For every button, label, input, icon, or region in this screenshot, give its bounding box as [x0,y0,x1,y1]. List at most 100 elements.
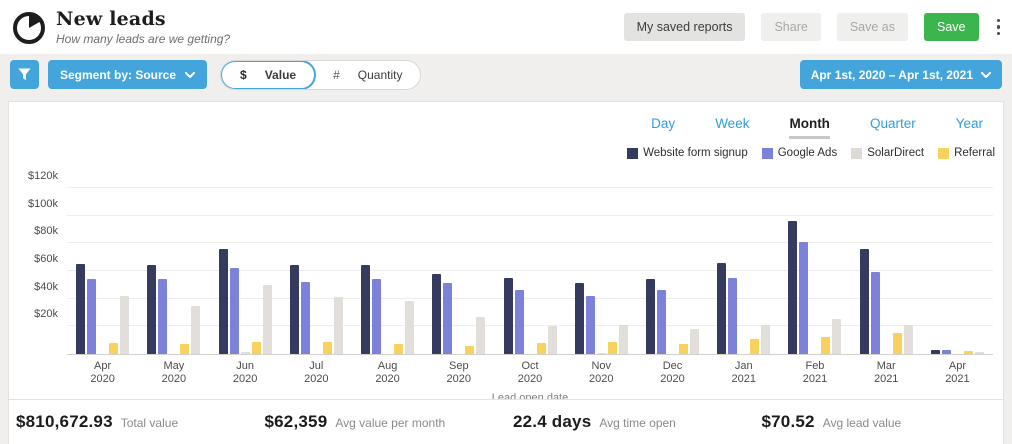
gridline [67,187,993,188]
bar-group-apr-2021 [922,189,993,354]
tab-day[interactable]: Day [651,116,675,139]
bar-solardirect [619,325,628,354]
bar-website-form-signup [788,221,797,354]
segment-by-label: Segment by: Source [60,68,176,82]
filter-button[interactable] [10,60,39,89]
bar-google-ads [443,283,452,354]
legend-label: SolarDirect [867,147,924,159]
bar-referral [537,343,546,354]
bar-referral [750,339,759,354]
tab-week[interactable]: Week [715,116,749,139]
bar-website-form-signup [219,249,228,354]
x-tick-label: May2020 [138,360,209,386]
bar-referral [893,333,902,354]
bar-website-form-signup [361,265,370,354]
bar-group-jan-2021 [708,189,779,354]
bar-google-ads [586,296,595,354]
legend-swatch [762,148,773,159]
bar-solardirect [548,326,557,354]
dollar-icon: $ [240,68,247,82]
bar-unlabeled-gray [597,353,606,354]
bar-website-form-signup [646,279,655,354]
stat-value: $810,672.93 [16,412,113,432]
x-tick-label: Dec2020 [637,360,708,386]
bar-referral [323,342,332,354]
bar-referral [821,337,830,354]
bar-referral [394,344,403,354]
bar-referral [608,342,617,354]
bar-google-ads [871,272,880,354]
my-saved-reports-button[interactable]: My saved reports [624,13,746,41]
share-button[interactable]: Share [761,13,820,41]
bar-group-may-2020 [138,189,209,354]
x-tick-label: Jan2021 [708,360,779,386]
bar-google-ads [657,290,666,354]
bar-referral [465,346,474,354]
bar-referral [109,343,118,354]
stat-avg-time-open: 22.4 daysAvg time open [506,412,755,432]
legend-item: Google Ads [762,147,837,159]
x-tick-label: Aug2020 [352,360,423,386]
bar-referral [252,342,261,354]
bar-group-dec-2020 [637,189,708,354]
kebab-menu-icon[interactable] [995,15,1003,40]
x-tick-label: Feb2021 [779,360,850,386]
bar-referral [679,344,688,354]
legend-swatch [627,148,638,159]
bar-solardirect [263,285,272,354]
bar-unlabeled-gray [241,352,250,354]
bar-google-ads [799,242,808,354]
bar-google-ads [87,279,96,354]
bar-solardirect [120,296,129,354]
x-tick-label: Apr2021 [922,360,993,386]
bar-website-form-signup [432,274,441,354]
stat-value: $62,359 [265,412,328,432]
x-tick-label: Mar2021 [851,360,922,386]
header: New leads How many leads are we getting?… [0,0,1012,54]
x-tick-label: Jun2020 [209,360,280,386]
save-as-button[interactable]: Save as [837,13,908,41]
bar-solardirect [975,352,984,354]
date-range-dropdown[interactable]: Apr 1st, 2020 – Apr 1st, 2021 [800,60,1002,89]
save-button[interactable]: Save [924,13,979,41]
toggle-value[interactable]: $ Value [220,60,316,90]
bar-google-ads [942,350,951,354]
legend-label: Website form signup [643,147,748,159]
bar-website-form-signup [717,263,726,354]
tab-year[interactable]: Year [956,116,983,139]
toggle-value-label: Value [265,68,296,82]
page-title: New leads [56,8,624,30]
bar-google-ads [372,279,381,354]
bar-group-sep-2020 [423,189,494,354]
bar-solardirect [832,319,841,354]
legend-item: Referral [938,147,995,159]
bar-groups [67,189,993,354]
stat-label: Avg time open [599,416,676,430]
toggle-quantity[interactable]: # Quantity [315,61,420,89]
legend-item: SolarDirect [851,147,924,159]
x-tick-label: Sep2020 [423,360,494,386]
legend-item: Website form signup [627,147,748,159]
tab-month[interactable]: Month [789,116,829,139]
hash-icon: # [333,68,340,82]
bar-group-oct-2020 [494,189,565,354]
x-tick-label: Apr2020 [67,360,138,386]
y-tick-label: $40k [12,281,58,293]
tab-quarter[interactable]: Quarter [870,116,916,139]
stat-label: Avg lead value [823,416,902,430]
chart-legend: Website form signup Google Ads SolarDirect… [9,139,1003,159]
bar-google-ads [301,282,310,354]
y-tick-label: $100k [12,198,58,210]
bar-solardirect [476,317,485,354]
page-subtitle: How many leads are we getting? [56,32,624,46]
segment-by-dropdown[interactable]: Segment by: Source [48,60,207,89]
stat-value: $70.52 [762,412,815,432]
bar-google-ads [158,279,167,354]
bar-group-apr-2020 [67,189,138,354]
bar-group-feb-2021 [779,189,850,354]
chart-area: $20k$40k$60k$80k$100k$120k Apr2020May202… [67,189,993,404]
legend-label: Referral [954,147,995,159]
bar-google-ads [515,290,524,354]
bar-solardirect [904,325,913,354]
bar-referral [180,344,189,354]
